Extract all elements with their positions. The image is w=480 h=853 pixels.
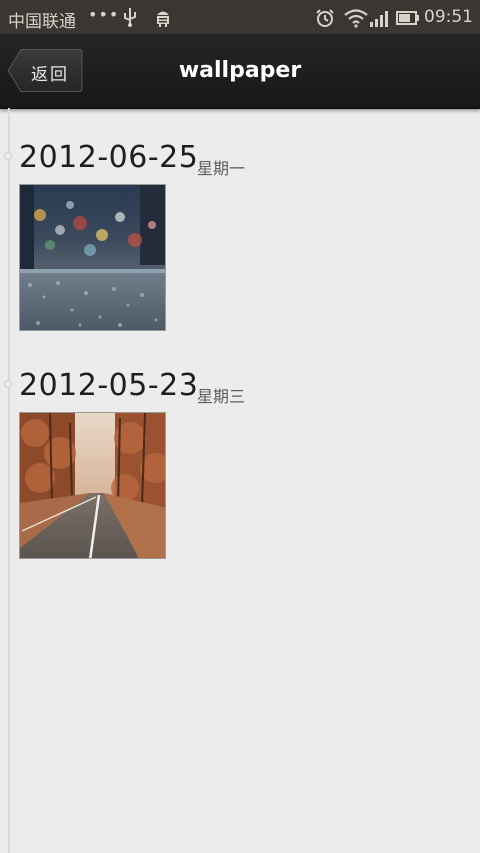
- back-button[interactable]: 返回: [7, 48, 83, 93]
- alarm-icon: [315, 8, 335, 28]
- status-time: 09:51: [424, 7, 473, 27]
- carrier-label: 中国联通: [8, 12, 76, 32]
- wallpaper-thumbnail[interactable]: [19, 184, 166, 331]
- wallpaper-thumbnail[interactable]: [19, 412, 166, 559]
- usb-icon: [121, 7, 139, 27]
- more-dots: •••: [88, 5, 120, 24]
- group-weekday: 星期一: [197, 159, 246, 178]
- group-date: 2012-05-23: [19, 368, 199, 403]
- timeline-line: [8, 108, 10, 853]
- timeline-node: [4, 152, 12, 160]
- battery-icon: [396, 10, 420, 25]
- timeline-node: [4, 380, 12, 388]
- group-date: 2012-06-25: [19, 140, 199, 175]
- android-debug-icon: [153, 7, 173, 27]
- wifi-icon: [343, 8, 369, 28]
- status-bar: 中国联通 ••• 09:51: [0, 0, 480, 34]
- group-weekday: 星期三: [197, 387, 246, 406]
- title-bar: wallpaper 返回: [0, 34, 480, 109]
- back-button-label: 返回: [31, 65, 69, 85]
- signal-icon: [369, 9, 391, 27]
